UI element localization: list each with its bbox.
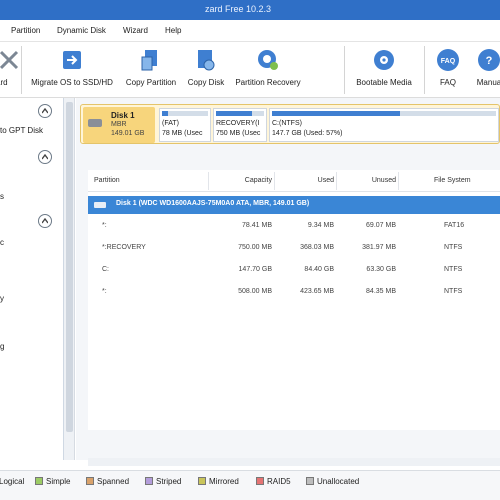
usage-bar: [272, 111, 496, 116]
manual-button[interactable]: ? Manua: [469, 42, 500, 98]
wizard-icon: [0, 50, 19, 70]
legend-swatch: [145, 477, 153, 485]
table-row[interactable]: *: 78.41 MB 9.34 MB 69.07 MB FAT16: [88, 218, 500, 236]
horizontal-scrollbar[interactable]: [88, 458, 500, 466]
legend-item-unallocated: Unallocated: [306, 477, 359, 486]
migrate-icon: [63, 51, 81, 69]
legend-item-mirrored: Mirrored: [198, 477, 239, 486]
sidebar-item[interactable]: y: [0, 294, 4, 303]
column-header-used[interactable]: Used: [278, 177, 334, 184]
column-header-file-system[interactable]: File System: [434, 177, 471, 184]
partition-block[interactable]: RECOVERY(I 750 MB (Usec: [213, 108, 267, 142]
sidebar-item[interactable]: g: [0, 342, 4, 351]
table-row[interactable]: *: 508.00 MB 423.65 MB 84.35 MB NTFS: [88, 284, 500, 302]
disk-size: 149.01 GB: [111, 130, 145, 137]
sidebar-scrollbar[interactable]: [64, 98, 75, 460]
partition-recovery-icon: [258, 50, 278, 70]
column-header-capacity[interactable]: Capacity: [212, 177, 272, 184]
migrate-os-button[interactable]: Migrate OS to SSD/HD: [25, 42, 119, 98]
wizard-button[interactable]: ard: [0, 42, 19, 98]
disk-name: Disk 1: [111, 111, 135, 120]
copy-partition-icon: [141, 50, 157, 71]
toolbar-separator: [344, 46, 345, 94]
menu-help[interactable]: Help: [165, 26, 181, 35]
table-row[interactable]: C: 147.70 GB 84.40 GB 63.30 GB NTFS: [88, 262, 500, 280]
legend-item-spanned: Spanned: [86, 477, 129, 486]
svg-text:?: ?: [486, 55, 493, 67]
title-bar: zard Free 10.2.3: [0, 0, 500, 20]
disk-info-block[interactable]: Disk 1 MBR 149.01 GB: [83, 107, 155, 143]
bootable-media-button[interactable]: Bootable Media: [348, 42, 420, 98]
legend-swatch: [256, 477, 264, 485]
usage-bar: [216, 111, 264, 116]
toolbar-separator: [424, 46, 425, 94]
faq-button[interactable]: FAQ FAQ: [428, 42, 468, 98]
chevron-up-icon: [42, 218, 48, 224]
collapse-button[interactable]: [38, 104, 52, 118]
chevron-up-icon: [42, 154, 48, 160]
chevron-up-icon: [42, 108, 48, 114]
usage-bar-fill: [216, 111, 252, 116]
column-header-unused[interactable]: Unused: [340, 177, 396, 184]
scrollbar-thumb[interactable]: [66, 102, 73, 432]
toolbar-separator: [21, 46, 22, 94]
faq-icon: FAQ: [437, 49, 459, 71]
usage-bar-fill: [272, 111, 400, 116]
partition-recovery-button[interactable]: Partition Recovery: [229, 42, 307, 98]
sidebar-item[interactable]: c: [0, 238, 4, 247]
toolbar: ard Migrate OS to SSD/HD Copy Partition …: [0, 42, 500, 98]
copy-disk-button[interactable]: Copy Disk: [184, 42, 228, 98]
legend-item-raid5: RAID5: [256, 477, 291, 486]
main-panel: Disk 1 MBR 149.01 GB (FAT) 78 MB (Usec R…: [76, 98, 500, 466]
table-header: Partition Capacity Used Unused File Syst…: [88, 170, 500, 192]
partition-table: Partition Capacity Used Unused File Syst…: [88, 170, 500, 430]
legend-swatch: [35, 477, 43, 485]
sidebar-item-convert-gpt[interactable]: to GPT Disk: [0, 126, 43, 135]
menu-partition[interactable]: Partition: [11, 26, 40, 35]
hard-disk-icon: [88, 119, 102, 127]
usage-bar: [162, 111, 208, 116]
hard-disk-icon: [94, 202, 106, 208]
table-row[interactable]: *:RECOVERY 750.00 MB 368.03 MB 381.97 MB…: [88, 240, 500, 258]
menu-dynamic-disk[interactable]: Dynamic Disk: [57, 26, 106, 35]
disk-type: MBR: [111, 121, 127, 128]
disk-row-label: Disk 1 (WDC WD1600AAJS-75M0A0 ATA, MBR, …: [116, 200, 310, 207]
legend-item-logical: Logical: [0, 477, 25, 486]
legend-swatch: [86, 477, 94, 485]
action-sidebar: to GPT Disk s c y g: [0, 98, 64, 460]
sidebar-item[interactable]: s: [0, 192, 4, 201]
partition-block[interactable]: C:(NTFS) 147.7 GB (Used: 57%): [269, 108, 499, 142]
manual-icon: ?: [478, 49, 500, 71]
svg-text:FAQ: FAQ: [441, 58, 456, 65]
copy-disk-icon: [198, 50, 215, 71]
bootable-media-icon: [374, 50, 394, 70]
collapse-button[interactable]: [38, 214, 52, 228]
disk-map[interactable]: Disk 1 MBR 149.01 GB (FAT) 78 MB (Usec R…: [80, 104, 500, 144]
column-header-partition[interactable]: Partition: [94, 177, 120, 184]
legend-swatch: [198, 477, 206, 485]
collapse-button[interactable]: [38, 150, 52, 164]
disk-row[interactable]: Disk 1 (WDC WD1600AAJS-75M0A0 ATA, MBR, …: [88, 196, 500, 214]
legend-bar: Logical Simple Spanned Striped Mirrored …: [0, 470, 500, 500]
legend-item-simple: Simple: [35, 477, 70, 486]
menu-wizard[interactable]: Wizard: [123, 26, 148, 35]
legend-item-striped: Striped: [145, 477, 181, 486]
window-title: zard Free 10.2.3: [205, 4, 272, 14]
usage-bar-fill: [162, 111, 168, 116]
copy-partition-button[interactable]: Copy Partition: [120, 42, 182, 98]
menu-bar: Partition Dynamic Disk Wizard Help: [0, 20, 500, 42]
partition-block[interactable]: (FAT) 78 MB (Usec: [159, 108, 211, 142]
legend-swatch: [306, 477, 314, 485]
